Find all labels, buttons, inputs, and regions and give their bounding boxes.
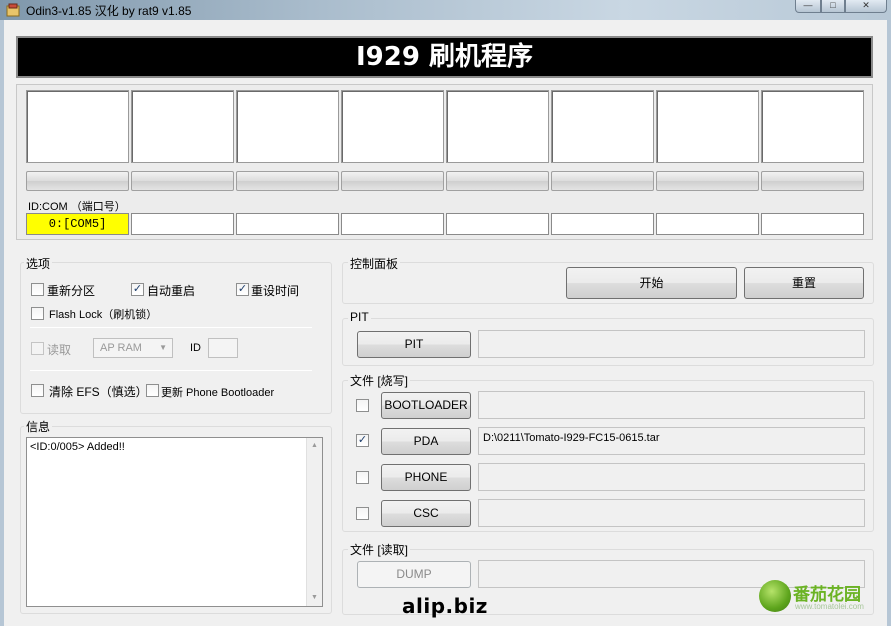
progress-bar-3 [236,171,339,191]
progress-bar-4 [341,171,444,191]
clear-efs-checkbox[interactable] [31,384,44,397]
repartition-checkbox[interactable] [31,283,44,296]
app-icon [6,3,20,17]
port-slot-5 [446,90,549,163]
ap-ram-select[interactable]: AP RAM ▼ [93,338,173,358]
com-port-7 [656,213,759,235]
repartition-label[interactable]: 重新分区 [47,282,95,299]
port-slot-7 [656,90,759,163]
com-port-4 [341,213,444,235]
flash-lock-checkbox[interactable] [31,307,44,320]
reset-time-label[interactable]: 重设时间 [251,282,299,299]
com-port-2 [131,213,234,235]
com-port-6 [551,213,654,235]
bootloader-checkbox[interactable] [356,399,369,412]
progress-bar-5 [446,171,549,191]
com-port-label: ID:COM （端口号） [28,201,126,213]
com-port-1: 0:[COM5] [26,213,129,235]
phone-button[interactable]: PHONE [381,464,471,491]
port-slot-2 [131,90,234,163]
csc-button[interactable]: CSC [381,500,471,527]
clear-efs-label[interactable]: 清除 EFS（慎选） [49,383,148,400]
reset-time-checkbox[interactable]: ✓ [236,283,249,296]
site-logo: 番茄花园 www.tomatolei.com [757,578,889,614]
pda-checkbox[interactable]: ✓ [356,434,369,447]
progress-bar-1 [26,171,129,191]
csc-checkbox[interactable] [356,507,369,520]
bootloader-path-field[interactable] [478,391,865,419]
com-port-5 [446,213,549,235]
update-bootloader-checkbox[interactable] [146,384,159,397]
options-title: 选项 [24,255,53,272]
scroll-up-icon[interactable]: ▲ [307,438,322,454]
csc-path-field[interactable] [478,499,865,527]
log-line: <ID:0/005> Added!! [30,441,125,453]
ap-ram-value: AP RAM [100,342,142,354]
id-input[interactable] [208,338,238,358]
progress-bar-8 [761,171,864,191]
window-title: Odin3-v1.85 汉化 by rat9 v1.85 [26,4,192,18]
port-slot-1 [26,90,129,163]
pit-title: PIT [348,310,371,324]
port-slot-8 [761,90,864,163]
com-port-3 [236,213,339,235]
flash-lock-label[interactable]: Flash Lock（刷机锁） [49,306,157,322]
auto-reboot-checkbox[interactable]: ✓ [131,283,144,296]
info-title: 信息 [24,418,53,435]
control-panel-title: 控制面板 [348,255,401,272]
port-slot-4 [341,90,444,163]
phone-checkbox[interactable] [356,471,369,484]
banner-title: I929 刷机程序 [16,36,873,78]
auto-reboot-label[interactable]: 自动重启 [147,282,195,299]
port-slot-3 [236,90,339,163]
chevron-down-icon: ▼ [159,343,167,352]
window-titlebar[interactable]: Odin3-v1.85 汉化 by rat9 v1.85 — □ ✕ [0,0,891,20]
pda-button[interactable]: PDA [381,428,471,455]
files-read-title: 文件 [读取] [348,541,411,558]
progress-bar-6 [551,171,654,191]
phone-path-field[interactable] [478,463,865,491]
log-scrollbar[interactable]: ▲ ▼ [306,438,322,606]
message-log[interactable]: <ID:0/005> Added!! ▲ ▼ [26,437,323,607]
start-button[interactable]: 开始 [566,267,737,299]
window-controls: — □ ✕ [795,0,887,13]
pda-path-field[interactable]: D:\0211\Tomato-I929-FC15-0615.tar [478,427,865,455]
reset-button[interactable]: 重置 [744,267,864,299]
progress-bar-2 [131,171,234,191]
pit-path-field[interactable] [478,330,865,358]
scroll-down-icon[interactable]: ▼ [307,590,322,606]
close-button[interactable]: ✕ [845,0,887,13]
com-port-8 [761,213,864,235]
bootloader-button[interactable]: BOOTLOADER [381,392,471,419]
minimize-button[interactable]: — [795,0,821,13]
read-label[interactable]: 读取 [47,341,71,358]
tomato-icon [759,580,791,612]
options-divider-2 [30,370,312,371]
dump-button[interactable]: DUMP [357,561,471,588]
watermark-text: alip.biz [402,594,488,618]
options-divider-1 [30,327,312,328]
id-label: ID [190,342,201,354]
read-checkbox[interactable] [31,342,44,355]
port-slot-6 [551,90,654,163]
update-bootloader-label[interactable]: 更新 Phone Bootloader [161,384,274,400]
site-logo-url: www.tomatolei.com [795,602,864,611]
progress-bar-7 [656,171,759,191]
pit-button[interactable]: PIT [357,331,471,358]
files-write-title: 文件 [烧写] [348,372,411,389]
maximize-button[interactable]: □ [821,0,845,13]
